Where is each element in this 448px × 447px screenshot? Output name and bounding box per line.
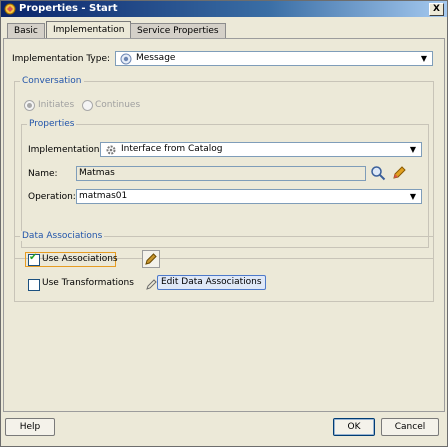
use-associations-label: Use Associations (42, 254, 118, 264)
implementation-type-label: Implementation Type: (12, 54, 111, 64)
conversation-title: Conversation (20, 76, 84, 86)
window-title: Properties - Start (19, 3, 118, 14)
operation-label: Operation: (28, 192, 76, 202)
close-button[interactable]: X (429, 3, 444, 16)
pencil-icon[interactable] (391, 165, 407, 181)
name-label: Name: (28, 169, 58, 179)
properties-group: Properties Implementation: Interface fro… (21, 119, 429, 248)
implementation-label: Implementation: (28, 145, 103, 155)
initiates-radio[interactable] (24, 100, 35, 111)
use-associations-checkbox[interactable]: ✔ (28, 252, 40, 266)
properties-title: Properties (27, 119, 77, 129)
process-icon (4, 3, 16, 15)
ok-button[interactable]: OK (333, 418, 375, 436)
search-icon[interactable] (370, 165, 386, 181)
properties-dialog: Properties - Start X Basic Implementatio… (0, 0, 448, 447)
tab-basic[interactable]: Basic (7, 23, 45, 38)
chevron-down-icon[interactable]: ▼ (408, 143, 418, 156)
cancel-button[interactable]: Cancel (381, 418, 439, 436)
implementation-panel: Implementation Type: Message ▼ Conversat… (3, 38, 445, 412)
tab-strip: Basic Implementation Service Properties (5, 21, 445, 39)
chevron-down-icon[interactable]: ▼ (419, 52, 429, 65)
chevron-down-icon[interactable]: ▼ (408, 190, 418, 203)
data-associations-group: Data Associations ✔ Use Associations Use… (14, 231, 434, 302)
implementation-select[interactable]: Interface from Catalog ▼ (100, 142, 422, 157)
use-transformations-label: Use Transformations (42, 278, 134, 288)
pencil-icon (145, 253, 157, 265)
operation-value: matmas01 (79, 191, 128, 201)
use-transformations-checkbox[interactable] (28, 279, 40, 291)
help-button[interactable]: Help (5, 418, 55, 436)
name-field[interactable]: Matmas (76, 166, 366, 181)
continues-label: Continues (95, 100, 141, 110)
tab-implementation[interactable]: Implementation (46, 21, 132, 39)
data-associations-title: Data Associations (20, 231, 105, 241)
initiates-label: Initiates (38, 100, 75, 110)
gear-icon (106, 145, 116, 155)
implementation-value: Interface from Catalog (121, 144, 223, 154)
continues-radio[interactable] (82, 100, 93, 111)
implementation-type-value: Message (136, 53, 176, 63)
edit-data-associations-button[interactable]: Edit Data Associations (157, 275, 266, 290)
tab-service-properties[interactable]: Service Properties (130, 23, 226, 38)
message-icon (120, 53, 132, 65)
operation-select[interactable]: matmas01 ▼ (76, 189, 422, 204)
implementation-type-select[interactable]: Message ▼ (115, 51, 433, 66)
edit-associations-button[interactable] (142, 250, 160, 268)
title-bar[interactable]: Properties - Start X (1, 1, 447, 17)
